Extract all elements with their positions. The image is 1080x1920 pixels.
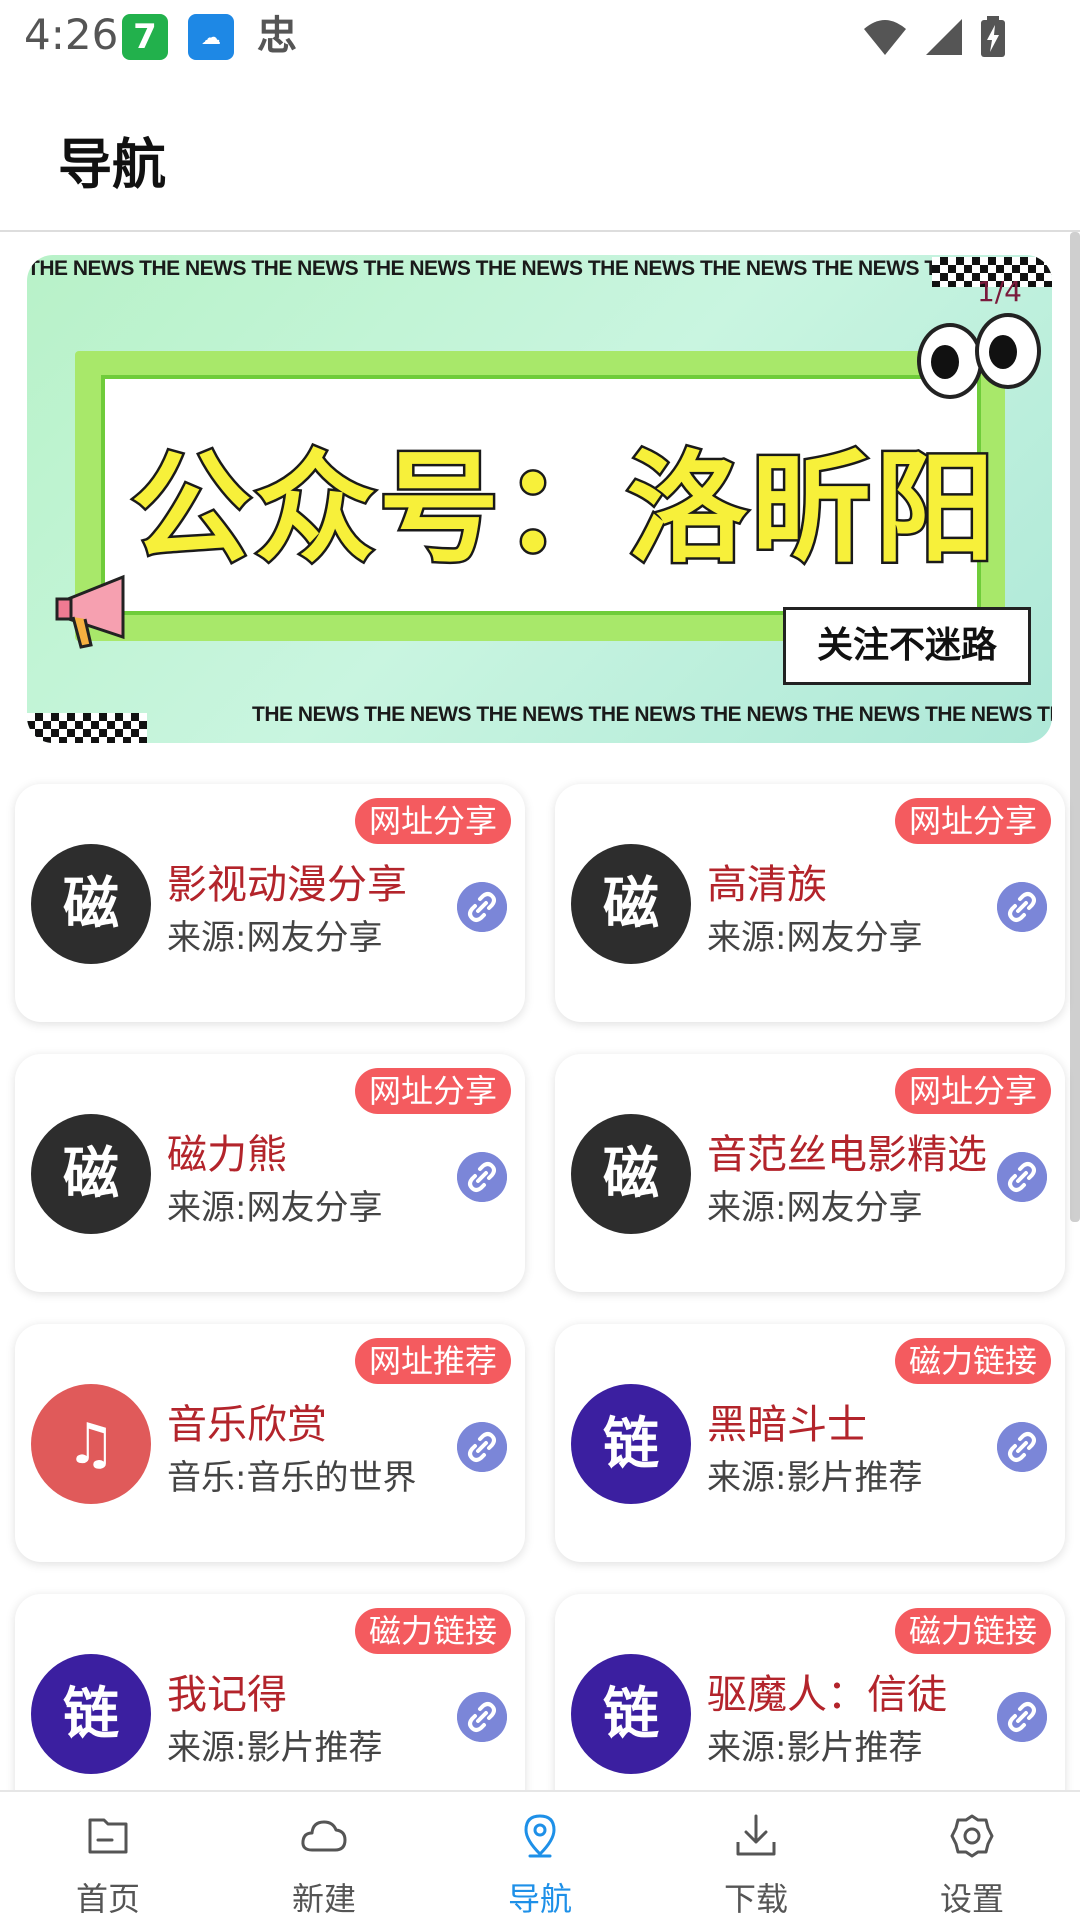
link-icon[interactable] (457, 882, 507, 932)
link-icon[interactable] (997, 1422, 1047, 1472)
nav-card[interactable]: 网址分享 磁 磁力熊 来源:网友分享 (15, 1054, 525, 1292)
card-subtitle: 来源:网友分享 (167, 918, 383, 958)
banner-carousel[interactable]: THE NEWS THE NEWS THE NEWS THE NEWS THE … (27, 255, 1052, 743)
eye-decoration-icon (975, 313, 1041, 389)
status-time: 4:26 (24, 10, 119, 59)
signal-icon (926, 19, 962, 55)
card-title: 我记得 (167, 1672, 287, 1718)
news-strip-bottom: THE NEWS THE NEWS THE NEWS THE NEWS THE … (252, 703, 1052, 726)
magnet-avatar-icon: 磁 (571, 844, 691, 964)
card-title: 音范丝电影精选 (707, 1132, 987, 1178)
nav-card[interactable]: 网址分享 磁 高清族 来源:网友分享 (555, 784, 1065, 1022)
cloud-icon (301, 1820, 347, 1852)
chain-avatar-icon: 链 (571, 1384, 691, 1504)
nav-card[interactable]: 磁力链接 链 黑暗斗士 来源:影片推荐 (555, 1324, 1065, 1562)
card-title: 黑暗斗士 (707, 1402, 867, 1448)
category-tag: 网址分享 (894, 798, 1051, 844)
nav-label: 新建 (291, 1880, 356, 1918)
category-tag: 磁力链接 (354, 1608, 511, 1654)
status-bar: 4:26 7 ☁ 忠 (0, 0, 1080, 76)
link-icon[interactable] (997, 1692, 1047, 1742)
category-tag: 磁力链接 (894, 1338, 1051, 1384)
folder-icon (88, 1818, 128, 1854)
chain-avatar-icon: 链 (571, 1654, 691, 1774)
location-pin-icon (524, 1814, 556, 1858)
card-title: 驱魔人：信徒 (707, 1672, 947, 1718)
card-subtitle: 来源:网友分享 (167, 1188, 383, 1228)
news-strip-top: THE NEWS THE NEWS THE NEWS THE NEWS THE … (27, 257, 1052, 280)
card-subtitle: 来源:影片推荐 (707, 1458, 923, 1498)
nav-card[interactable]: 网址分享 磁 音范丝电影精选 来源:网友分享 (555, 1054, 1065, 1292)
card-subtitle: 来源:影片推荐 (167, 1728, 383, 1768)
link-icon[interactable] (457, 1692, 507, 1742)
card-subtitle: 来源:网友分享 (707, 918, 923, 958)
nav-item-home[interactable]: 首页 (0, 1792, 216, 1920)
app-header: 导航 (0, 76, 1080, 232)
nav-item-navigation[interactable]: 导航 (432, 1792, 648, 1920)
card-title: 高清族 (707, 862, 827, 908)
link-icon[interactable] (457, 1152, 507, 1202)
link-icon[interactable] (457, 1422, 507, 1472)
magnet-avatar-icon: 磁 (571, 1114, 691, 1234)
nav-item-new[interactable]: 新建 (216, 1792, 432, 1920)
megaphone-icon (55, 574, 125, 649)
app-badge-icon: 忠 (257, 13, 297, 59)
nav-label: 首页 (75, 1880, 140, 1918)
battery-icon (981, 16, 1005, 57)
music-note-icon: ♫ (31, 1384, 151, 1504)
card-title: 磁力熊 (167, 1132, 287, 1178)
card-subtitle: 来源:影片推荐 (707, 1728, 923, 1768)
category-tag: 网址分享 (894, 1068, 1051, 1114)
category-tag: 网址分享 (354, 1068, 511, 1114)
nav-item-download[interactable]: 下载 (648, 1792, 864, 1920)
system-status-icons (862, 14, 1006, 60)
follow-tag: 关注不迷路 (783, 607, 1031, 685)
app-notification-icon: 7 (122, 14, 168, 60)
carousel-counter: 1/4 (976, 275, 1022, 308)
gear-icon (950, 1814, 994, 1858)
nav-item-settings[interactable]: 设置 (864, 1792, 1080, 1920)
bottom-nav: 首页 新建 导航 下载 设置 (0, 1790, 1080, 1920)
card-subtitle: 音乐:音乐的世界 (167, 1458, 417, 1498)
page-title: 导航 (58, 133, 166, 196)
nav-label: 导航 (507, 1880, 572, 1918)
checker-decoration (27, 713, 147, 743)
eye-decoration-icon (917, 323, 983, 399)
magnet-avatar-icon: 磁 (31, 844, 151, 964)
nav-label: 设置 (939, 1880, 1004, 1918)
cloud-app-icon: ☁ (188, 14, 234, 60)
category-tag: 网址推荐 (354, 1338, 511, 1384)
nav-card[interactable]: 网址分享 磁 影视动漫分享 来源:网友分享 (15, 784, 525, 1022)
wifi-icon (864, 20, 906, 55)
category-tag: 网址分享 (354, 798, 511, 844)
download-icon (736, 1814, 776, 1856)
card-title: 影视动漫分享 (167, 862, 407, 908)
card-subtitle: 来源:网友分享 (707, 1188, 923, 1228)
chain-avatar-icon: 链 (31, 1654, 151, 1774)
link-icon[interactable] (997, 1152, 1047, 1202)
nav-label: 下载 (723, 1880, 788, 1918)
banner-headline: 公众号：洛昕阳 (129, 438, 999, 582)
scrollbar[interactable] (1070, 232, 1080, 1222)
magnet-avatar-icon: 磁 (31, 1114, 151, 1234)
nav-card[interactable]: 网址推荐 ♫ 音乐欣赏 音乐:音乐的世界 (15, 1324, 525, 1562)
link-icon[interactable] (997, 882, 1047, 932)
category-tag: 磁力链接 (894, 1608, 1051, 1654)
card-title: 音乐欣赏 (167, 1402, 327, 1448)
